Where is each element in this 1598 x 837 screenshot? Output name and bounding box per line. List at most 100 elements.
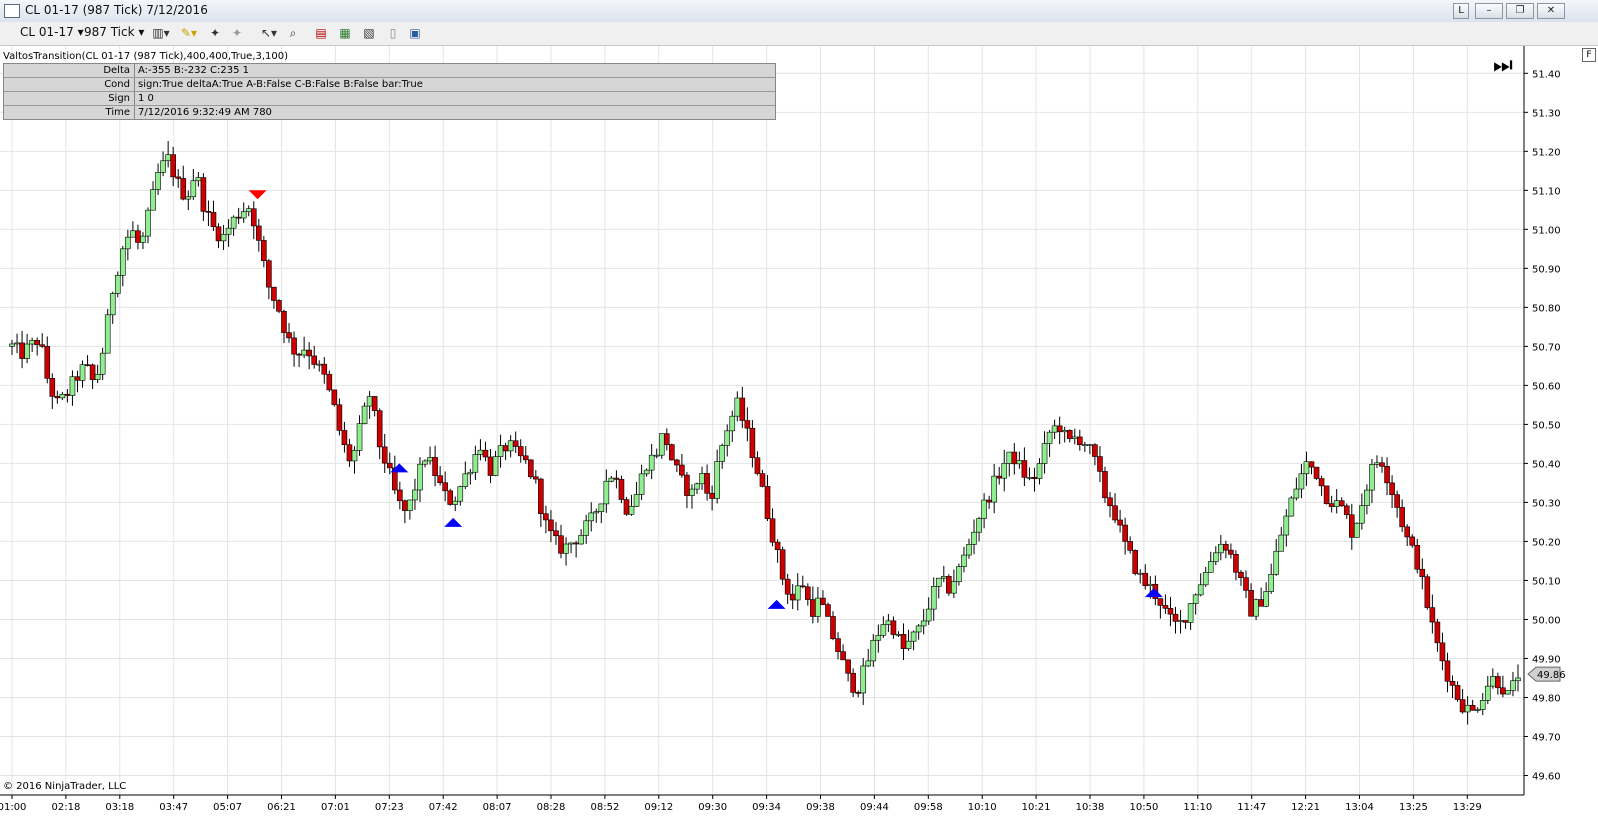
strategy-icon[interactable]: ▯ (386, 26, 400, 40)
sell-signal-marker (248, 190, 267, 200)
candle-down (281, 310, 287, 333)
candle-down (1379, 462, 1385, 467)
candle-down (986, 499, 992, 503)
x-tick-label: 03:47 (159, 802, 188, 813)
candle-down (84, 364, 91, 366)
y-tick-label: 50.90 (1532, 264, 1561, 275)
candle-up (628, 506, 635, 515)
candle-down (311, 355, 318, 365)
candle-up (724, 430, 731, 446)
candle-up (492, 456, 499, 476)
candle-up (1218, 543, 1224, 554)
candle-down (1409, 536, 1416, 546)
candle-up (477, 449, 484, 455)
candle-down (135, 230, 141, 243)
y-tick-label: 49.80 (1532, 693, 1561, 704)
candle-down (261, 240, 267, 262)
candle-up (99, 352, 106, 375)
data-box-key: Cond (4, 78, 135, 91)
candle-down (845, 659, 851, 674)
tab-icon[interactable]: ▣ (408, 26, 422, 40)
candle-down (573, 542, 579, 545)
candle-up (497, 445, 504, 457)
candle-up (1036, 463, 1043, 479)
chart-properties-icon[interactable]: ▦ (338, 26, 352, 40)
x-tick-label: 09:44 (860, 802, 889, 813)
x-tick-label: 08:28 (537, 802, 566, 813)
candle-down (1469, 704, 1476, 711)
candle-up (1041, 443, 1048, 464)
pin-disabled-icon[interactable]: ✦ (230, 26, 244, 40)
x-tick-label: 10:38 (1076, 802, 1105, 813)
instrument-selector[interactable]: CL 01-17 ▾ (20, 25, 84, 39)
candle-up (1369, 464, 1375, 491)
candle-up (951, 581, 957, 594)
pencil-icon[interactable]: ✎▾ (178, 26, 200, 40)
data-box-row: Cond sign:True deltaA:True A-B:False C-B:… (4, 78, 775, 92)
candle-up (734, 397, 741, 417)
candle-down (996, 475, 1003, 479)
link-button[interactable]: L (1453, 3, 1469, 19)
y-tick-label: 50.00 (1532, 615, 1561, 626)
candle-down (1162, 605, 1169, 609)
candle-down (613, 477, 620, 480)
candle-down (341, 430, 348, 446)
candle-up (24, 343, 30, 359)
x-tick-label: 13:04 (1345, 802, 1374, 813)
candle-down (1243, 577, 1249, 591)
candle-down (180, 178, 187, 200)
candle-down (623, 499, 630, 515)
y-tick-label: 50.70 (1532, 342, 1561, 353)
restore-button[interactable]: ❐ (1506, 3, 1534, 19)
candle-down (744, 420, 751, 429)
candle-up (643, 469, 650, 475)
price-chart[interactable]: 51.40 51.30 51.20 51.10 51.00 50.90 50.80 50.70… (0, 46, 1598, 837)
candle-down (210, 212, 217, 228)
candle-up (1364, 489, 1370, 506)
corner-label[interactable]: F (1582, 48, 1596, 62)
close-button[interactable]: ✕ (1537, 3, 1565, 19)
candle-up (699, 473, 705, 485)
candle-down (1182, 620, 1189, 623)
candle-down (371, 396, 378, 412)
candle-up (1263, 591, 1269, 607)
candle-up (467, 471, 474, 475)
candle-down (1102, 471, 1108, 499)
y-tick-label: 50.20 (1532, 537, 1561, 548)
x-tick-label: 09:58 (914, 802, 943, 813)
candle-down (39, 344, 46, 347)
bars-icon[interactable]: ▥▾ (150, 26, 172, 40)
candle-up (220, 233, 227, 242)
period-selector[interactable]: 987 Tick ▾ (84, 25, 144, 39)
candle-up (1464, 704, 1471, 713)
data-box-icon[interactable]: ▤ (314, 26, 328, 40)
candle-down (674, 459, 680, 466)
cursor-icon[interactable]: ↖▾ (258, 26, 280, 40)
candle-up (316, 363, 323, 366)
candle-up (583, 520, 589, 536)
candle-down (291, 337, 297, 355)
candle-up (366, 396, 373, 407)
indicator-icon[interactable]: ▧ (362, 26, 376, 40)
x-tick-label: 09:38 (806, 802, 835, 813)
zoom-icon[interactable]: ⌕ (286, 26, 300, 40)
candle-down (1107, 497, 1113, 507)
candle-up (462, 473, 469, 487)
candle-up (991, 475, 997, 503)
data-box-value: sign:True deltaA:True A-B:False C-B:Fals… (138, 79, 423, 90)
x-tick-label: 07:23 (375, 802, 404, 813)
minimize-button[interactable]: – (1475, 3, 1503, 19)
candle-up (140, 235, 146, 243)
x-tick-label: 09:30 (698, 802, 727, 813)
pin-icon[interactable]: ✦ (208, 26, 222, 40)
candle-down (810, 599, 816, 617)
candle-up (1001, 462, 1008, 479)
x-tick-label: 13:29 (1453, 802, 1482, 813)
candle-up (1026, 477, 1033, 479)
skip-to-end-icon[interactable]: ⏭ (1493, 55, 1513, 77)
candle-down (54, 396, 61, 399)
candle-down (779, 549, 786, 580)
candle-down (704, 473, 710, 494)
x-tick-label: 11:10 (1183, 802, 1212, 813)
x-tick-label: 10:50 (1129, 802, 1158, 813)
